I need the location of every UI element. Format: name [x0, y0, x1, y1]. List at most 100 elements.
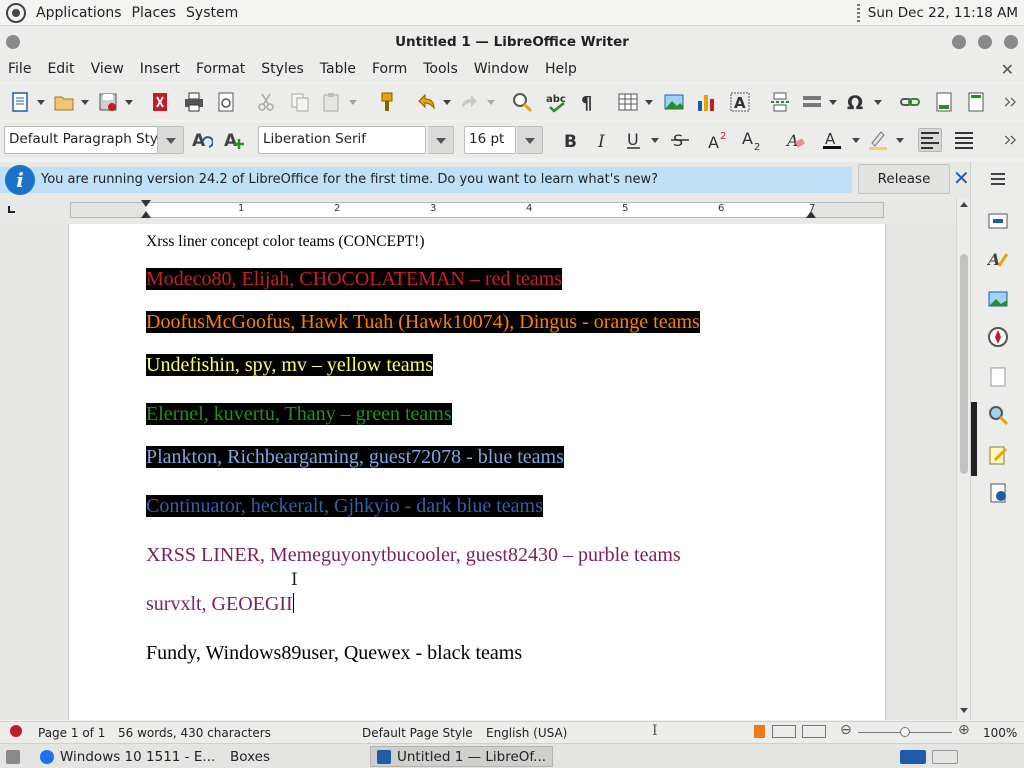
image-icon[interactable]	[662, 90, 686, 114]
design-icon[interactable]	[987, 482, 1009, 504]
superscript-icon[interactable]: A2	[706, 128, 730, 152]
underline-dropdown-icon[interactable]	[651, 138, 659, 143]
status-zoom[interactable]: 100%	[983, 726, 1017, 740]
status-language[interactable]: English (USA)	[486, 726, 567, 740]
undo-icon[interactable]	[414, 90, 438, 114]
workspace-switcher[interactable]	[894, 746, 964, 767]
document-line[interactable]: Elernel, kuvertu, Thany – green teams	[146, 402, 452, 426]
print-preview-icon[interactable]	[214, 90, 238, 114]
find-replace-icon[interactable]	[510, 90, 534, 114]
align-left-icon[interactable]	[918, 128, 942, 152]
font-color-icon[interactable]: A	[820, 128, 844, 152]
status-word-count[interactable]: 56 words, 430 characters	[118, 726, 271, 740]
zoom-out-icon[interactable]: ⊖	[840, 722, 852, 738]
document-page[interactable]: Xrss liner concept color teams (CONCEPT!…	[68, 224, 886, 720]
save-dropdown-icon[interactable]	[125, 100, 133, 105]
subscript-icon[interactable]: A2	[740, 128, 764, 152]
new-style-icon[interactable]: A	[222, 128, 246, 152]
redo-dropdown-icon[interactable]	[487, 100, 495, 105]
open-dropdown-icon[interactable]	[81, 100, 89, 105]
paste-icon[interactable]	[320, 90, 344, 114]
menu-table[interactable]: Table	[320, 61, 356, 77]
print-icon[interactable]	[182, 90, 206, 114]
field-dropdown-icon[interactable]	[829, 100, 837, 105]
cut-icon[interactable]	[254, 90, 278, 114]
table-dropdown-icon[interactable]	[645, 100, 653, 105]
close-window-icon[interactable]	[1004, 35, 1018, 49]
left-indent-marker[interactable]	[141, 211, 151, 218]
document-line[interactable]: XRSS LINER, Memeguyonytbucooler, guest82…	[146, 543, 681, 567]
menu-file[interactable]: File	[8, 61, 31, 77]
menu-form[interactable]: Form	[372, 61, 407, 77]
document-line[interactable]: DoofusMcGoofus, Hawk Tuah (Hawk10074), D…	[146, 310, 700, 334]
document-line[interactable]: Undefishin, spy, mv – yellow teams	[146, 353, 434, 377]
document-line[interactable]: Xrss liner concept color teams (CONCEPT!…	[146, 230, 425, 254]
taskbar-item[interactable]: Boxes	[224, 746, 276, 767]
copy-icon[interactable]	[288, 90, 312, 114]
panel-menu-places[interactable]: Places	[132, 5, 177, 21]
formatting-marks-icon[interactable]: ¶	[576, 90, 600, 114]
release-notes-button[interactable]: Release Notes	[858, 164, 950, 215]
manage-changes-icon[interactable]	[987, 444, 1009, 466]
new-dropdown-icon[interactable]	[37, 100, 45, 105]
horizontal-ruler[interactable]: 1 2 3 4 5 6 7	[70, 200, 884, 218]
scroll-up-icon[interactable]	[960, 202, 968, 207]
tab-stop-type-icon[interactable]	[8, 206, 15, 213]
font-size-dropdown-icon[interactable]	[517, 126, 543, 154]
menu-window[interactable]: Window	[474, 61, 529, 77]
status-page-style[interactable]: Default Page Style	[362, 726, 473, 740]
document-line[interactable]: Continuator, heckeralt, Gjhkyio - dark b…	[146, 494, 543, 518]
taskbar-item[interactable]: Windows 10 1511 - E...	[34, 746, 221, 767]
minimize-window-icon[interactable]	[952, 35, 966, 49]
document-line[interactable]: Fundy, Windows89user, Quewex - black tea…	[146, 641, 522, 665]
update-style-icon[interactable]: A	[190, 128, 214, 152]
book-view-icon[interactable]	[802, 725, 826, 738]
maximize-window-icon[interactable]	[978, 35, 992, 49]
gallery-icon[interactable]	[987, 288, 1009, 310]
menu-styles[interactable]: Styles	[261, 61, 303, 77]
font-color-dropdown-icon[interactable]	[852, 138, 860, 143]
formatting-overflow-icon[interactable]	[1002, 128, 1020, 152]
clone-formatting-icon[interactable]	[375, 90, 399, 114]
open-icon[interactable]	[52, 90, 76, 114]
infobar-close-icon[interactable]: ✕	[953, 166, 970, 190]
hyperlink-icon[interactable]	[898, 90, 922, 114]
menu-help[interactable]: Help	[545, 61, 577, 77]
table-icon[interactable]	[616, 90, 640, 114]
style-inspector-icon[interactable]	[987, 404, 1009, 426]
menu-edit[interactable]: Edit	[47, 61, 74, 77]
multi-page-view-icon[interactable]	[772, 725, 796, 738]
menu-format[interactable]: Format	[196, 61, 245, 77]
single-page-view-icon[interactable]	[754, 725, 765, 738]
gnome-logo-icon[interactable]	[6, 3, 26, 23]
bold-icon[interactable]: B	[558, 128, 582, 152]
menu-insert[interactable]: Insert	[140, 61, 180, 77]
status-page[interactable]: Page 1 of 1	[38, 726, 105, 740]
clear-formatting-icon[interactable]: A	[784, 128, 808, 152]
document-modified-icon[interactable]	[10, 725, 22, 737]
show-desktop-icon[interactable]	[0, 746, 26, 767]
vertical-scrollbar[interactable]	[956, 198, 970, 720]
document-area[interactable]: Xrss liner concept color teams (CONCEPT!…	[0, 224, 956, 720]
taskbar-item-active[interactable]: Untitled 1 — LibreOf...	[370, 746, 554, 767]
menu-view[interactable]: View	[91, 61, 124, 77]
scrollbar-thumb[interactable]	[960, 254, 968, 474]
field-icon[interactable]	[800, 90, 824, 114]
page-break-icon[interactable]	[768, 90, 792, 114]
chart-icon[interactable]	[694, 90, 718, 114]
highlight-color-icon[interactable]	[866, 128, 890, 152]
scroll-down-icon[interactable]	[960, 708, 968, 713]
special-character-icon[interactable]: Ω	[844, 90, 868, 114]
font-size-combo[interactable]: 16 pt	[464, 126, 516, 154]
document-line[interactable]: survxlt, GEOEGII	[146, 592, 294, 616]
window-title-bar[interactable]: Untitled 1 — LibreOffice Writer	[0, 26, 1024, 58]
footnote-icon[interactable]	[932, 90, 956, 114]
justify-icon[interactable]	[952, 128, 976, 152]
redo-icon[interactable]	[458, 90, 482, 114]
underline-icon[interactable]: U	[622, 128, 646, 152]
strikethrough-icon[interactable]: S	[668, 128, 692, 152]
toolbar-overflow-icon[interactable]	[1002, 90, 1020, 114]
text-box-icon[interactable]: A	[728, 90, 752, 114]
panel-menu-system[interactable]: System	[186, 5, 238, 21]
zoom-in-icon[interactable]: ⊕	[958, 722, 970, 738]
